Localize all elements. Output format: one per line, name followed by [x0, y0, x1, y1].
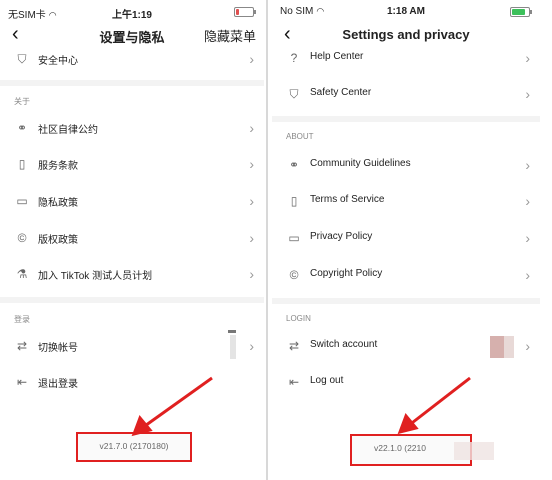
- right-screen: No SIM ◠ 1:18 AM ‹ Settings and privacy ?…: [272, 0, 540, 480]
- redacted-region: [454, 442, 494, 460]
- settings-row-logout[interactable]: ⇤ 退出登录: [0, 367, 264, 397]
- redacted-avatar: [504, 336, 514, 358]
- redacted-avatar: [230, 335, 236, 359]
- section-header-login: LOGIN: [286, 314, 311, 323]
- settings-row-switch-account[interactable]: ⇄ 切换帐号 ›: [0, 331, 264, 361]
- shield-icon: ⛉: [289, 86, 299, 101]
- book-icon: ▯: [290, 194, 298, 208]
- settings-row-help[interactable]: ? Help Center ›: [272, 43, 540, 73]
- row-label: Community Guidelines: [310, 158, 411, 169]
- document-icon: ▭: [16, 194, 28, 208]
- book-icon: ▯: [18, 157, 26, 171]
- chevron-right-icon: ›: [249, 230, 254, 246]
- settings-row-community[interactable]: ⚭ 社区自律公约 ›: [0, 113, 264, 143]
- version-label: v21.7.0 (2170180): [76, 432, 192, 462]
- redacted-avatar: [228, 330, 236, 333]
- chevron-right-icon: ›: [249, 338, 254, 354]
- help-icon: ?: [290, 51, 298, 65]
- left-screen: 无SIM卡 ◠ 上午1:19 ‹ 设置与隐私 隐藏菜单 ⛉ 安全中心 › 关于 ⚭…: [0, 0, 264, 480]
- chevron-right-icon: ›: [525, 86, 530, 102]
- switch-icon: ⇄: [288, 339, 300, 353]
- status-time: 上午1:19: [111, 10, 152, 21]
- row-label: Terms of Service: [310, 194, 385, 205]
- row-label: 安全中心: [38, 56, 78, 67]
- row-label: Safety Center: [310, 87, 372, 98]
- battery-fill: [512, 9, 525, 15]
- hidden-menu-button[interactable]: 隐藏菜单: [204, 26, 256, 45]
- chevron-right-icon: ›: [525, 157, 530, 173]
- chevron-right-icon: ›: [525, 193, 530, 209]
- chevron-right-icon: ›: [249, 266, 254, 282]
- chevron-right-icon: ›: [525, 50, 530, 66]
- battery-icon: [234, 7, 256, 17]
- community-icon: ⚭: [288, 158, 300, 172]
- section-header-about: ABOUT: [286, 132, 314, 141]
- chevron-right-icon: ›: [525, 267, 530, 283]
- section-header-about: 关于: [14, 97, 30, 106]
- row-label: 社区自律公约: [38, 125, 98, 136]
- page-title: Settings and privacy: [342, 27, 470, 42]
- chevron-right-icon: ›: [525, 230, 530, 246]
- redacted-avatar: [490, 336, 504, 358]
- row-label: Switch account: [310, 339, 378, 350]
- battery-icon: [510, 7, 532, 17]
- chevron-right-icon: ›: [525, 338, 530, 354]
- status-bar: No SIM ◠ 1:18 AM: [272, 0, 540, 22]
- battery-fill: [236, 9, 239, 15]
- chevron-right-icon: ›: [249, 51, 254, 67]
- section-separator: [0, 80, 264, 86]
- row-label: Privacy Policy: [310, 231, 373, 242]
- chevron-right-icon: ›: [249, 193, 254, 209]
- settings-row-terms[interactable]: ▯ 服务条款 ›: [0, 149, 264, 179]
- shield-icon: ⛉: [17, 51, 27, 66]
- row-label: 服务条款: [38, 161, 78, 172]
- row-label: 隐私政策: [38, 198, 78, 209]
- settings-row-logout[interactable]: ⇤ Log out: [272, 367, 540, 397]
- row-label: 切换帐号: [38, 343, 78, 354]
- flask-icon: ⚗: [16, 267, 28, 281]
- settings-row-copyright[interactable]: © Copyright Policy ›: [272, 260, 540, 290]
- chevron-right-icon: ›: [249, 156, 254, 172]
- section-separator: [0, 297, 264, 303]
- logout-icon: ⇤: [288, 375, 300, 389]
- status-time: 1:18 AM: [387, 6, 425, 17]
- row-label: 退出登录: [38, 379, 78, 390]
- row-label: 版权政策: [38, 235, 78, 246]
- settings-row-safety[interactable]: ⛉ 安全中心 ›: [0, 44, 264, 74]
- switch-icon: ⇄: [16, 339, 28, 353]
- copyright-icon: ©: [17, 231, 27, 245]
- settings-row-copyright[interactable]: © 版权政策 ›: [0, 223, 264, 253]
- status-bar: 无SIM卡 ◠ 上午1:19: [0, 0, 264, 22]
- settings-row-terms[interactable]: ▯ Terms of Service ›: [272, 186, 540, 216]
- row-label: Log out: [310, 375, 344, 386]
- settings-row-community[interactable]: ⚭ Community Guidelines ›: [272, 150, 540, 180]
- document-icon: ▭: [288, 231, 300, 245]
- settings-row-privacy[interactable]: ▭ 隐私政策 ›: [0, 186, 264, 216]
- panel-divider: [266, 0, 268, 480]
- community-icon: ⚭: [16, 121, 28, 135]
- row-label: 加入 TikTok 测试人员计划: [38, 271, 153, 282]
- logout-icon: ⇤: [16, 375, 28, 389]
- row-label: Copyright Policy: [310, 268, 383, 279]
- settings-row-privacy[interactable]: ▭ Privacy Policy ›: [272, 223, 540, 253]
- chevron-right-icon: ›: [249, 120, 254, 136]
- settings-row-tester[interactable]: ⚗ 加入 TikTok 测试人员计划 ›: [0, 259, 264, 289]
- copyright-icon: ©: [289, 268, 299, 282]
- section-header-login: 登录: [14, 315, 30, 324]
- row-label: Help Center: [310, 51, 364, 62]
- settings-row-safety[interactable]: ⛉ Safety Center ›: [272, 79, 540, 109]
- section-separator: [272, 298, 540, 304]
- section-separator: [272, 116, 540, 122]
